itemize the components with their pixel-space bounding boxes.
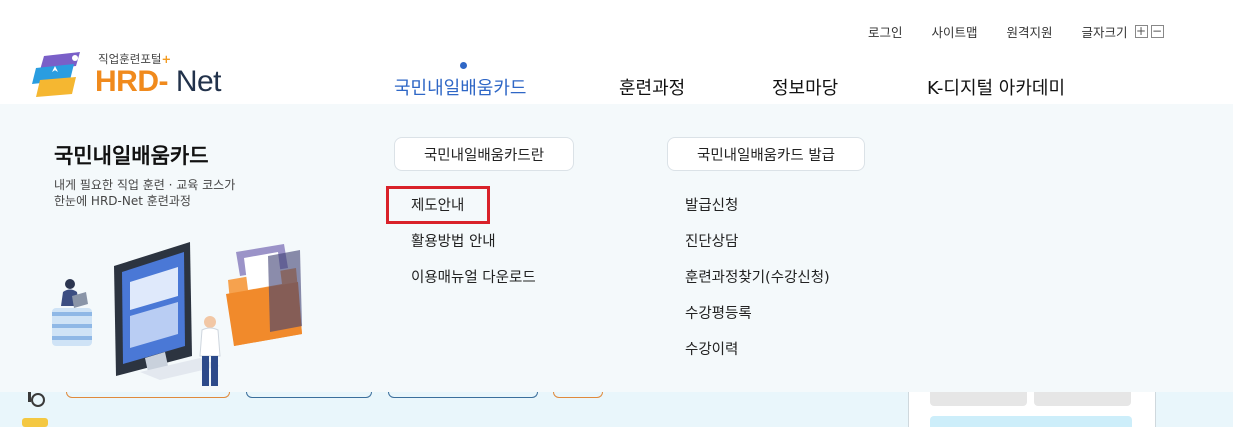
font-size-label: 글자크기 [1081,24,1128,40]
hidden-button-fragment [66,392,230,398]
office-worker-illustration [52,242,302,386]
utility-bar: 로그인 사이트맵 원격지원 글자크기 + − [868,22,1164,40]
remote-support-link[interactable]: 원격지원 [1007,22,1053,41]
nav-item-k-digital-academy[interactable]: K-디지털 아카데미 [927,74,1065,100]
logo-tagline: 직업훈련포털 [98,52,162,66]
dropdown-description-line-2: 한눈에 HRD-Net 훈련과정 [54,194,191,208]
side-panel-banner [930,416,1132,427]
side-panel-button[interactable] [1034,392,1131,406]
submenu-issue-application[interactable]: 발급신청 [685,194,738,215]
submenu-find-training-course[interactable]: 훈련과정찾기(수강신청) [685,266,830,287]
login-link[interactable]: 로그인 [868,22,903,41]
lamp-icon [22,392,48,427]
submenu-usage-guide[interactable]: 활용방법 안내 [411,230,496,251]
dropdown-title: 국민내일배움카드 [54,144,209,168]
nav-item-learning-card[interactable]: 국민내일배움카드 [394,74,526,100]
active-nav-indicator [460,62,467,69]
submenu-course-review[interactable]: 수강평등록 [685,302,752,323]
submenu-course-history[interactable]: 수강이력 [685,338,738,359]
sitemap-link[interactable]: 사이트맵 [932,22,978,41]
nav-dropdown-panel: 국민내일배움카드 내게 필요한 직업 훈련 · 교육 코스가 한눈에 HRD-N… [0,104,1233,392]
highlight-box [386,186,490,224]
nav-item-info-center[interactable]: 정보마당 [772,74,838,100]
side-panel-button[interactable] [930,392,1027,406]
font-size-decrease-button[interactable]: − [1150,24,1164,38]
main-nav: 국민내일배움카드 훈련과정 정보마당 K-디지털 아카데미 [0,62,1233,100]
submenu-diagnostic-consultation[interactable]: 진단상담 [685,230,738,251]
logo-tagline-plus: + [161,52,172,66]
nav-item-training-courses[interactable]: 훈련과정 [619,74,685,100]
dropdown-group-heading-card-issue[interactable]: 국민내일배움카드 발급 [667,137,865,171]
font-size-increase-button[interactable]: + [1134,24,1148,38]
dropdown-description-line-1: 내게 필요한 직업 훈련 · 교육 코스가 [54,178,236,192]
hidden-button-fragment [388,392,538,398]
hidden-button-fragment [553,392,603,398]
hidden-button-fragment [246,392,372,398]
submenu-manual-download[interactable]: 이용매뉴얼 다운로드 [411,266,536,287]
dropdown-group-heading-card-info[interactable]: 국민내일배움카드란 [394,137,574,171]
